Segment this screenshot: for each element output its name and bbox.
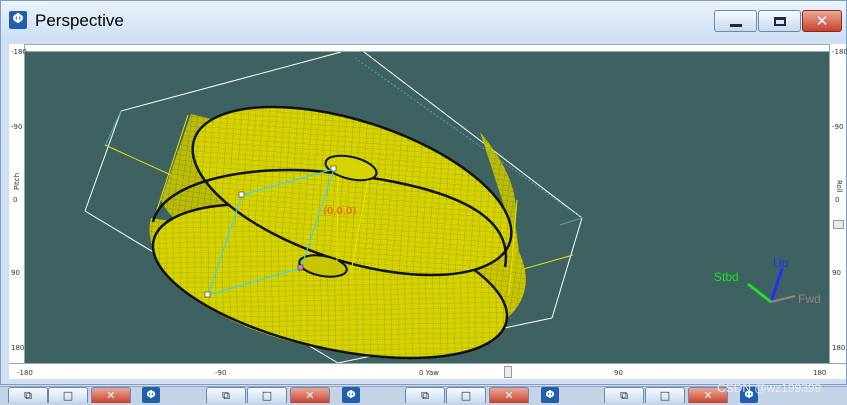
app-logo-icon[interactable]: Φ: [142, 387, 160, 403]
maximize-button[interactable]: [758, 10, 801, 32]
close-button[interactable]: ✕: [802, 10, 842, 32]
origin-annotation: (0,0,0): [323, 206, 356, 217]
stbd-axis-label: Stbd: [714, 270, 739, 284]
maximize-button[interactable]: □: [645, 387, 685, 403]
restore-button[interactable]: ⧉: [206, 387, 246, 403]
restore-button[interactable]: ⧉: [604, 387, 644, 403]
3d-viewport[interactable]: (0,0,0) Up Stbd Fwd: [25, 52, 829, 363]
roll-slider-knob[interactable]: [833, 220, 844, 229]
pitch-tick: 0: [13, 196, 18, 204]
yaw-ruler[interactable]: -180 -90 0 Yaw 90 180: [9, 363, 846, 379]
close-icon: ✕: [815, 11, 829, 30]
top-ruler: [9, 44, 838, 52]
pitch-label: Pitch: [13, 172, 21, 190]
window-title: Perspective: [35, 11, 124, 30]
maximize-button[interactable]: □: [446, 387, 486, 403]
minimize-icon: [729, 23, 742, 27]
pitch-ruler[interactable]: -180 -90 0 90 180 Pitch: [9, 44, 27, 364]
app-logo-icon: Φ: [9, 11, 27, 29]
roll-tick: 180: [832, 344, 846, 352]
yaw-tick: -90: [215, 369, 227, 377]
close-button[interactable]: ✕: [290, 387, 330, 403]
vertex-handle: [204, 291, 211, 298]
pitch-tick: 90: [11, 269, 20, 277]
pitch-tick: -90: [11, 123, 23, 131]
roll-tick: 0: [835, 196, 840, 204]
maximize-button[interactable]: □: [247, 387, 287, 403]
roll-tick: 90: [832, 269, 841, 277]
roll-ruler[interactable]: -180 -90 0 90 180 Roll: [829, 44, 847, 364]
yaw-slider-knob[interactable]: [504, 366, 512, 378]
fwd-axis-label: Fwd: [798, 292, 821, 306]
app-logo-icon[interactable]: Φ: [342, 387, 360, 403]
yaw-tick: -180: [17, 369, 33, 377]
pitch-tick: 180: [11, 344, 25, 352]
roll-tick: -180: [832, 48, 847, 56]
roll-tick: -90: [832, 123, 844, 131]
vertex-handle: [238, 191, 245, 198]
orientation-gizmo: Up Stbd Fwd: [714, 256, 821, 306]
perspective-window: Φ Perspective ✕ -180 -90 0 90 180 Pitch …: [0, 0, 847, 385]
watermark: CSDN @wz199399: [717, 381, 822, 395]
restore-button[interactable]: ⧉: [405, 387, 445, 403]
perspective-scene: (0,0,0) Up Stbd Fwd: [84, 52, 821, 363]
close-button[interactable]: ✕: [91, 387, 131, 403]
yaw-tick: 0 Yaw: [419, 369, 440, 377]
minimize-button[interactable]: [714, 10, 757, 32]
close-button[interactable]: ✕: [489, 387, 529, 403]
yaw-tick: 90: [614, 369, 623, 377]
maximize-icon: [773, 16, 786, 26]
restore-button[interactable]: ⧉: [8, 387, 48, 403]
vertex-handle: [330, 165, 337, 172]
maximize-button[interactable]: □: [48, 387, 88, 403]
title-bar[interactable]: Φ Perspective ✕: [1, 1, 846, 38]
vertex-handle: [297, 264, 304, 271]
roll-label: Roll: [835, 180, 843, 193]
yaw-tick: 180: [813, 369, 827, 377]
app-logo-icon[interactable]: Φ: [541, 387, 559, 403]
up-axis-label: Up: [773, 256, 789, 270]
